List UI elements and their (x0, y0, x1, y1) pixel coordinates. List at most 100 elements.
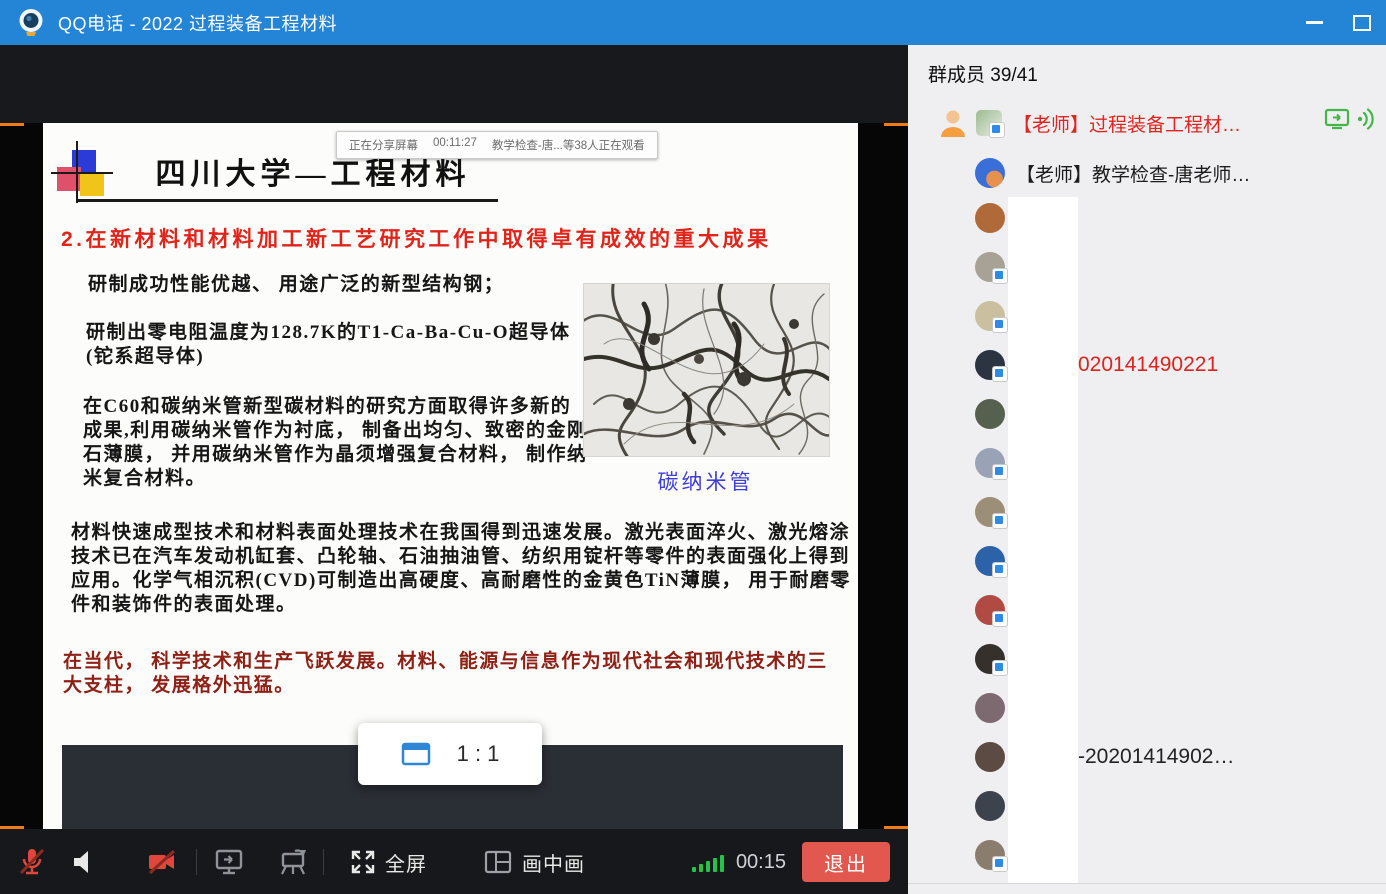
pip-icon (483, 849, 513, 875)
zoom-ratio-value: 1 : 1 (457, 741, 500, 767)
member-row[interactable] (908, 833, 1386, 877)
member-row[interactable] (908, 392, 1386, 436)
qq-call-window: QQ电话 - 2022 过程装备工程材料 正在分享屏幕 00:11:27 教学检… (0, 0, 1386, 894)
carbon-nanotube-image (583, 283, 830, 457)
slide-paragraph: 研制出零电阻温度为128.7K的T1-Ca-Ba-Cu-O超导体(铊系超导体) (86, 321, 586, 369)
member-name: 【老师】教学检查-唐老师… (1016, 160, 1250, 187)
qq-call-logo-icon (16, 7, 46, 39)
network-signal-icon (692, 852, 724, 872)
member-avatar (975, 693, 1005, 723)
device-badge-icon (989, 122, 1005, 138)
member-row[interactable] (908, 637, 1386, 681)
slide-paragraph: 在C60和碳纳米管新型碳材料的研究方面取得许多新的成果,利用碳纳米管作为衬底， … (83, 395, 588, 491)
device-badge-icon (992, 366, 1008, 382)
privacy-mask (1008, 197, 1078, 883)
member-row[interactable] (908, 196, 1386, 240)
slide-header-rule (78, 199, 498, 202)
minimize-icon (1306, 21, 1323, 24)
maximize-button[interactable] (1338, 0, 1386, 45)
member-name-fragment: -20201414902… (1078, 745, 1234, 769)
call-duration: 00:15 (736, 851, 786, 874)
member-avatar (975, 791, 1005, 821)
member-row[interactable] (908, 441, 1386, 485)
member-row[interactable]: -20201414902… (908, 735, 1386, 779)
share-border-tick (884, 123, 908, 126)
pip-button[interactable]: 画中画 (483, 848, 585, 877)
speaking-audio-icon (1356, 107, 1376, 131)
share-border-tick (0, 826, 24, 829)
member-avatar (975, 399, 1005, 429)
member-avatar (975, 350, 1005, 380)
share-border-tick (884, 826, 908, 829)
exit-call-button[interactable]: 退出 (802, 842, 890, 882)
call-toolbar: 全屏 画中画 00:15 退出 (0, 830, 908, 894)
slide-paragraph: 材料快速成型技术和材料表面处理技术在我国得到迅速发展。激光表面淬火、激光熔涂技术… (71, 521, 858, 617)
window-controls (1290, 0, 1386, 45)
slide-logo-square (80, 172, 104, 196)
member-avatar (975, 203, 1005, 233)
host-avatar (976, 110, 1002, 136)
member-avatar (975, 840, 1005, 870)
member-avatar (975, 497, 1005, 527)
presentation-demo-button[interactable] (277, 847, 309, 877)
member-avatar (975, 595, 1005, 625)
member-avatar (975, 448, 1005, 478)
member-row[interactable] (908, 588, 1386, 632)
member-row[interactable]: 020141490221 (908, 343, 1386, 387)
device-badge-icon (992, 513, 1008, 529)
sharing-status-banner: 正在分享屏幕 00:11:27 教学检查-唐...等38人正在观看 (336, 131, 658, 159)
slide-paragraph: 研制成功性能优越、 用途广泛的新型结构钢； (88, 273, 568, 297)
member-panel: 群成员 39/41 【老师】过程装备工程材… (908, 45, 1386, 894)
slide-heading: 2.在新材料和材料加工新工艺研究工作中取得卓有成效的重大成果 (61, 223, 851, 253)
member-avatar (975, 546, 1005, 576)
screen-share-button[interactable] (213, 847, 245, 877)
member-row[interactable] (908, 245, 1386, 289)
share-border-tick (0, 123, 24, 126)
minimize-button[interactable] (1290, 0, 1338, 45)
member-panel-title: 群成员 39/41 (928, 60, 1038, 87)
speaker-button[interactable] (70, 848, 98, 876)
sharing-screen-icon (1324, 107, 1350, 131)
member-row[interactable] (908, 784, 1386, 828)
sidebar-divider (908, 883, 1386, 884)
fullscreen-button[interactable]: 全屏 (350, 848, 427, 877)
microphone-muted-button[interactable] (16, 846, 48, 878)
shared-screen-stage: 正在分享屏幕 00:11:27 教学检查-唐...等38人正在观看 四川大学—工… (0, 45, 908, 894)
device-badge-icon (992, 464, 1008, 480)
device-badge-icon (992, 856, 1008, 872)
camera-off-button[interactable] (146, 847, 178, 877)
member-row[interactable] (908, 686, 1386, 730)
fullscreen-label: 全屏 (385, 848, 427, 877)
toolbar-divider (323, 849, 324, 875)
toolbar-divider (196, 849, 197, 875)
sharing-viewers: 教学检查-唐...等38人正在观看 (492, 137, 645, 153)
zoom-ratio-indicator[interactable]: 1 : 1 (358, 723, 542, 785)
device-badge-icon (992, 562, 1008, 578)
image-caption: 碳纳米管 (583, 466, 828, 496)
fullscreen-icon (350, 849, 376, 875)
member-name-fragment: 020141490221 (1078, 353, 1218, 377)
member-row[interactable] (908, 539, 1386, 583)
member-row-teacher[interactable]: 【老师】教学检查-唐老师… (908, 151, 1386, 195)
device-badge-icon (992, 611, 1008, 627)
window-title: QQ电话 - 2022 过程装备工程材料 (58, 10, 337, 36)
slide-highlight-paragraph: 在当代， 科学技术和生产飞跃发展。材料、能源与信息作为现代社会和现代技术的三大支… (63, 650, 843, 698)
window-ratio-icon (401, 742, 431, 766)
member-avatar (975, 158, 1005, 188)
device-badge-icon (992, 317, 1008, 333)
slide-logo-line (51, 172, 113, 174)
member-row-host[interactable]: 【老师】过程装备工程材… (908, 101, 1386, 145)
member-row[interactable] (908, 490, 1386, 534)
titlebar: QQ电话 - 2022 过程装备工程材料 (0, 0, 1386, 45)
maximize-icon (1353, 15, 1371, 31)
pip-label: 画中画 (522, 848, 585, 877)
sharing-status-text: 正在分享屏幕 (349, 137, 418, 153)
member-avatar (975, 301, 1005, 331)
device-badge-icon (992, 660, 1008, 676)
default-person-icon (938, 107, 968, 139)
sharing-timer: 00:11:27 (433, 137, 477, 153)
member-name: 【老师】过程装备工程材… (1013, 110, 1241, 137)
member-avatar (975, 252, 1005, 282)
member-avatar (975, 644, 1005, 674)
member-row[interactable] (908, 294, 1386, 338)
